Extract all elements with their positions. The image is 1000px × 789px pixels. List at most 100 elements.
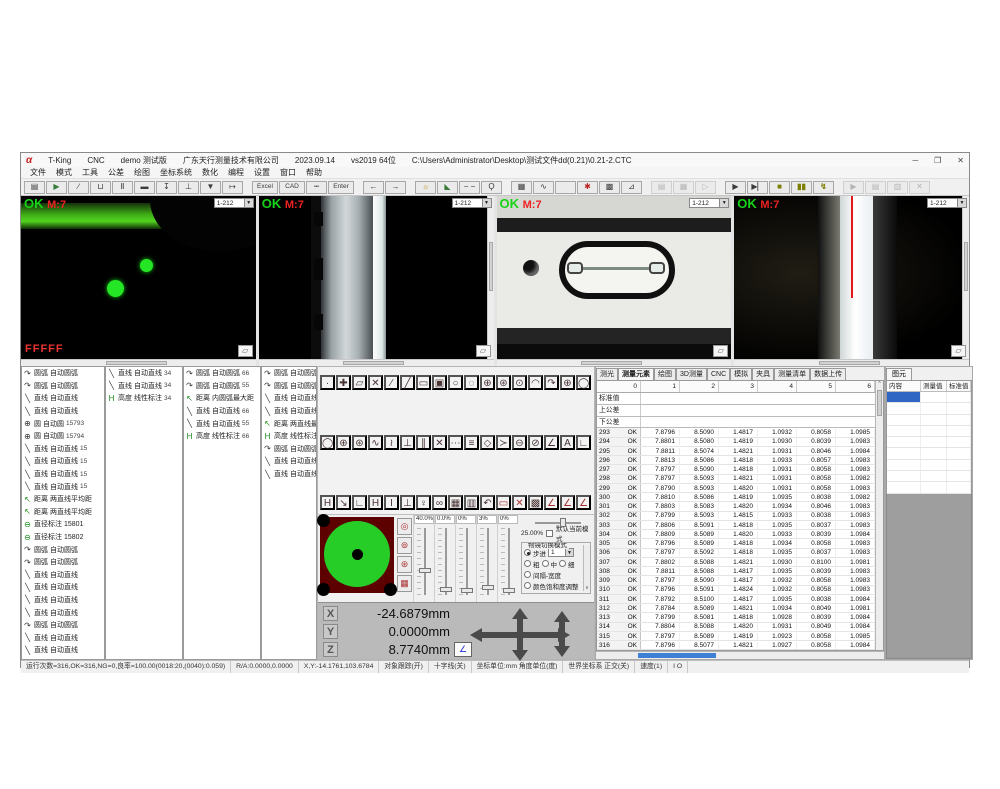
group-scrollbar[interactable]: ∨ (583, 545, 590, 591)
feature-item[interactable]: ↷圆弧自动圆弧 (22, 619, 104, 632)
slider-thumb[interactable] (461, 588, 473, 593)
toolbox-icon[interactable]: ╱ (400, 375, 415, 390)
feature-item[interactable]: ╲直线自动直线55 (262, 455, 316, 468)
close-button[interactable]: ✕ (957, 156, 964, 165)
toolbox-icon[interactable]: ⊥ (400, 435, 415, 450)
slider-thumb[interactable] (503, 588, 515, 593)
camera-range-dropdown[interactable]: 1-212▼ (452, 198, 492, 208)
result-row[interactable]: 306OK7.87978.50921.48181.09350.80371.098… (597, 549, 883, 558)
light-slider[interactable]: 3% (476, 515, 497, 602)
menu-item-1[interactable]: 模式 (51, 167, 77, 178)
toolbox-icon[interactable]: ≻ (496, 435, 511, 450)
toolbox-icon[interactable]: ⊛ (496, 375, 511, 390)
light-slider[interactable]: 0.0% (434, 515, 455, 602)
camera-hscrollbar[interactable] (497, 359, 732, 366)
camera-hscrollbar[interactable] (21, 359, 256, 366)
result-row[interactable]: 296OK7.88138.50861.48181.09330.80571.098… (597, 456, 883, 465)
feature-item[interactable]: ↷圆弧自动圆弧 (22, 543, 104, 556)
toolbox-icon[interactable]: A (560, 435, 575, 450)
result-row[interactable]: 299OK7.87908.50931.48201.09310.80581.098… (597, 484, 883, 493)
result-row[interactable]: 305OK7.87968.50891.48181.09340.80581.098… (597, 539, 883, 548)
camera-hscroll-thumb[interactable] (106, 361, 167, 365)
feature-item[interactable]: ╲直线自动直线55 (184, 417, 260, 430)
feature-item[interactable]: ⊕圆自动圆15793 (22, 417, 104, 430)
light-ring-green[interactable] (324, 521, 390, 587)
camera-hscrollbar[interactable] (259, 359, 494, 366)
toolbox-icon[interactable]: ▥ (464, 495, 479, 510)
toolbox-icon[interactable]: ∟ (352, 495, 367, 510)
toolbar-pillar-tool[interactable]: Ⅱ (112, 181, 133, 194)
toolbar-block-tool[interactable]: ▬ (134, 181, 155, 194)
feature-item[interactable]: ╲直线自动直线15 (22, 443, 104, 456)
toolbar-step-tool[interactable]: ↦ (222, 181, 243, 194)
toolbar-image-view[interactable]: ◣ (437, 181, 458, 194)
feature-item[interactable]: ↖距离两直线平均距 (22, 493, 104, 506)
toolbox-icon[interactable]: ⊕ (560, 375, 575, 390)
toolbox-icon[interactable]: ⊛ (352, 435, 367, 450)
light-pattern-button[interactable]: ▦ (397, 575, 412, 592)
maximize-button[interactable]: ❐ (934, 156, 941, 165)
toolbar-probe-tool[interactable]: ⊔ (90, 181, 111, 194)
toolbar-play-2[interactable]: ▶ (843, 181, 864, 194)
camera-3d-icon[interactable]: ▱ (476, 345, 491, 357)
light-pattern-button[interactable]: ⊚ (397, 537, 412, 554)
toolbox-icon[interactable]: ∞ (432, 495, 447, 510)
result-row[interactable]: 307OK7.88028.50881.48211.09300.81001.098… (597, 558, 883, 567)
camera-range-dropdown[interactable]: 1-212▼ (689, 198, 729, 208)
result-row[interactable]: 301OK7.88038.50831.48201.09340.80461.098… (597, 502, 883, 511)
toolbox-icon[interactable]: ∥ (416, 435, 431, 450)
feature-item[interactable]: ╲直线自动直线15 (22, 468, 104, 481)
toolbox-icon[interactable]: ▭ (496, 495, 511, 510)
toolbox-icon[interactable]: ⊙ (512, 375, 527, 390)
jog-z-arrows[interactable] (554, 611, 570, 657)
feature-item[interactable]: H高度线性标注55 (262, 430, 316, 443)
toolbox-icon[interactable]: I (384, 495, 399, 510)
element-row[interactable] (887, 482, 971, 493)
feature-item[interactable]: ╲直线自动直线 (22, 594, 104, 607)
toolbox-icon[interactable]: ◌ (464, 375, 479, 390)
feature-item[interactable]: ╲直线自动直线66 (184, 405, 260, 418)
result-row[interactable]: 294OK7.88018.50801.48191.09300.80391.098… (597, 438, 883, 447)
radio-icon[interactable] (524, 582, 531, 589)
result-row[interactable]: 297OK7.87978.50901.48181.09310.80581.098… (597, 465, 883, 474)
radio-icon[interactable] (524, 549, 531, 556)
toolbar-arrow-right[interactable]: → (385, 181, 406, 194)
toolbox-icon[interactable]: ▭ (416, 375, 431, 390)
toolbar-enter-button[interactable]: Enter (328, 181, 354, 194)
tab-绘图[interactable]: 绘图 (654, 368, 676, 380)
toolbar-cad-export[interactable]: CAD (279, 181, 305, 194)
menu-item-8[interactable]: 设置 (249, 167, 275, 178)
slider-thumb[interactable] (440, 587, 452, 592)
menu-item-9[interactable]: 窗口 (275, 167, 301, 178)
tab-测光[interactable]: 测光 (596, 368, 618, 380)
result-row[interactable]: 293OK7.87968.50901.48171.09320.80581.098… (597, 428, 883, 437)
toolbar-pillar-down-tool[interactable]: ⊥ (178, 181, 199, 194)
camera-hscroll-thumb[interactable] (819, 361, 880, 365)
result-row[interactable]: 295OK7.88118.50741.48211.09310.80461.098… (597, 447, 883, 456)
feature-item[interactable]: ↷圆弧自动圆弧 (22, 367, 104, 380)
menu-item-10[interactable]: 帮助 (301, 167, 327, 178)
toolbar-curve-tool[interactable]: ∿ (533, 181, 554, 194)
result-row[interactable]: 313OK7.87998.50811.48181.09280.80391.098… (597, 613, 883, 622)
result-row[interactable]: 314OK7.88048.50881.48201.09310.80491.098… (597, 623, 883, 632)
slider-thumb[interactable] (482, 585, 494, 590)
camera-vscrollbar[interactable] (962, 196, 969, 359)
camera-view-3[interactable]: OK M:71-212▼▱ (497, 196, 732, 366)
toolbox-icon[interactable]: ◯ (576, 375, 591, 390)
menu-item-0[interactable]: 文件 (25, 167, 51, 178)
camera-3d-icon[interactable]: ▱ (951, 345, 966, 357)
feature-item[interactable]: ⊖直径标注15801 (22, 518, 104, 531)
toolbox-icon[interactable]: ◇ (480, 435, 495, 450)
tab-测量清单[interactable]: 测量清单 (774, 368, 810, 380)
toolbox-icon[interactable]: ∕ (384, 375, 399, 390)
camera-view-4[interactable]: OK M:71-212▼▱ (734, 196, 969, 366)
camera-view-1[interactable]: OK M:71-212▼FFFFF▱ (21, 196, 256, 366)
results-vscrollbar[interactable]: ^ (875, 381, 883, 650)
feature-item[interactable]: ╲直线自动直线 (22, 606, 104, 619)
feature-item[interactable]: ↷圆弧自动圆弧55 (262, 443, 316, 456)
camera-vscroll-thumb[interactable] (964, 242, 968, 291)
tab-测量元素[interactable]: 测量元素 (618, 368, 654, 380)
light-pattern-button[interactable]: ◎ (397, 518, 412, 535)
tab-夹具[interactable]: 夹具 (752, 368, 774, 380)
toolbar-dash-tool[interactable]: − − (459, 181, 480, 194)
